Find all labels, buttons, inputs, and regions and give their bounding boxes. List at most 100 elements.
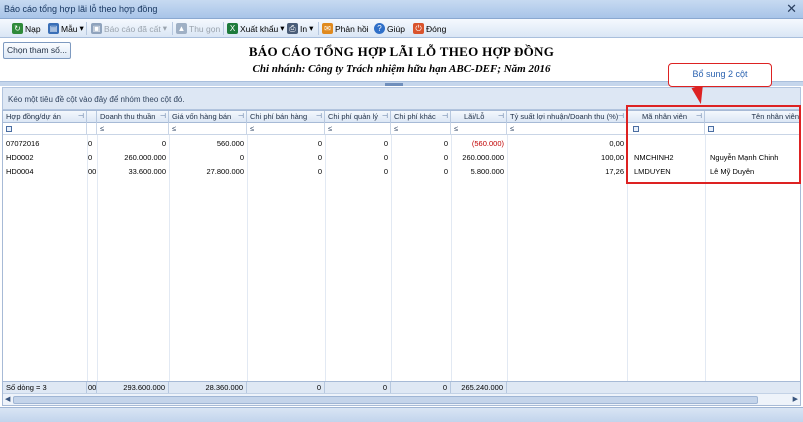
- annotation-label: Bổ sung 2 cột: [692, 69, 748, 79]
- scroll-right-icon[interactable]: ▶: [793, 395, 798, 403]
- reload-button[interactable]: ↻ Nạp: [12, 22, 41, 35]
- pin-icon[interactable]: ⊣: [160, 111, 166, 123]
- export-button[interactable]: X Xuất khẩu ▾: [227, 22, 285, 35]
- cell-revenue: 0: [161, 139, 166, 148]
- cell-profit-loss: 5.800.000: [470, 167, 504, 176]
- report-title: BÁO CÁO TỔNG HỢP LÃI LỖ THEO HỢP ĐỒNG: [248, 44, 555, 59]
- splitter-grip[interactable]: [385, 83, 403, 86]
- export-excel-icon: X: [227, 23, 238, 34]
- filter-checkbox-icon[interactable]: [6, 126, 12, 132]
- filter-spacer: [87, 123, 97, 135]
- help-label: Giúp: [387, 23, 405, 34]
- print-button[interactable]: ⎙ In ▾: [287, 22, 313, 35]
- column-header-profit-loss[interactable]: Lãi/Lỗ ⊣: [451, 111, 507, 123]
- cell-revenue: 260.000.000: [124, 153, 166, 162]
- cell-profit-loss: 260.000.000: [462, 153, 504, 162]
- saved-reports-button[interactable]: ▣ Báo cáo đã cất ▾: [91, 22, 167, 35]
- pin-icon[interactable]: ⊣: [316, 111, 322, 123]
- cell-prefix: 00: [88, 167, 97, 176]
- chevron-down-icon: ▾: [309, 23, 314, 33]
- cell-profit-loss: (560.000): [471, 139, 504, 148]
- filter-other-cost[interactable]: ≤: [391, 123, 451, 135]
- cell-admin-cost: 0: [383, 167, 388, 176]
- cell-other-cost: 0: [443, 153, 448, 162]
- cell-margin: 100,00: [601, 153, 624, 162]
- scrollbar-thumb[interactable]: [13, 396, 758, 404]
- column-header-revenue[interactable]: Doanh thu thuần ⊣: [97, 111, 169, 123]
- chevron-down-icon: ▾: [162, 23, 167, 33]
- column-header-other-cost[interactable]: Chi phí khác ⊣: [391, 111, 451, 123]
- cell-selling-cost: 0: [317, 139, 322, 148]
- column-header-margin[interactable]: Tỷ suất lợi nhuận/Doanh thu (%) ⊣: [507, 111, 627, 123]
- toolbar: ↻ Nạp ▤ Mẫu ▾ ▣ Báo cáo đã cất ▾ ▲ Thu g…: [0, 19, 803, 38]
- cell-admin-cost: 0: [383, 139, 388, 148]
- pin-icon[interactable]: ⊣: [382, 111, 388, 123]
- cell-other-cost: 0: [443, 139, 448, 148]
- filter-contract[interactable]: [3, 123, 87, 135]
- cell-selling-cost: 0: [317, 153, 322, 162]
- column-header-spacer[interactable]: [87, 111, 97, 123]
- print-icon: ⎙: [287, 23, 298, 34]
- pin-icon[interactable]: ⊣: [238, 111, 244, 123]
- cell-margin: 17,26: [605, 167, 624, 176]
- toolbar-separator: [86, 22, 87, 35]
- close-window-icon[interactable]: ✕: [786, 1, 797, 17]
- chevron-down-icon: ▾: [280, 23, 285, 33]
- cell-cogs: 0: [239, 153, 244, 162]
- pin-icon[interactable]: ⊣: [78, 111, 84, 123]
- template-icon: ▤: [48, 23, 59, 34]
- filter-cogs[interactable]: ≤: [169, 123, 247, 135]
- close-label: Đóng: [426, 23, 447, 34]
- reload-label: Nạp: [25, 23, 41, 34]
- filter-profit-loss[interactable]: ≤: [451, 123, 507, 135]
- scroll-left-icon[interactable]: ◀: [5, 395, 10, 403]
- toolbar-separator: [223, 22, 224, 35]
- column-header-contract[interactable]: Hợp đồng/dự án ⊣: [3, 111, 87, 123]
- toolbar-separator: [172, 22, 173, 35]
- grid-footer-row: Số dòng = 3 00 293.600.000 28.360.000 0 …: [3, 381, 800, 394]
- pin-icon[interactable]: ⊣: [442, 111, 448, 123]
- filter-margin[interactable]: ≤: [507, 123, 627, 135]
- chevron-down-icon: ▾: [79, 23, 84, 33]
- cell-prefix: 0: [88, 153, 93, 162]
- feedback-label: Phản hồi: [335, 23, 369, 34]
- close-button[interactable]: ⏻ Đóng: [413, 22, 446, 35]
- column-header-admin-cost[interactable]: Chi phí quản lý ⊣: [325, 111, 391, 123]
- feedback-button[interactable]: ✉ Phản hồi: [322, 22, 369, 35]
- cell-contract: HD0004: [6, 167, 34, 176]
- cell-cogs: 27.800.000: [206, 167, 244, 176]
- horizontal-scrollbar[interactable]: ◀ ▶: [3, 393, 800, 405]
- pin-icon[interactable]: ⊣: [618, 111, 624, 123]
- cell-prefix: 0: [88, 139, 93, 148]
- collapse-icon: ▲: [176, 23, 187, 34]
- power-icon: ⏻: [413, 23, 424, 34]
- print-label: In: [300, 23, 308, 34]
- collapse-button[interactable]: ▲ Thu gọn: [176, 22, 220, 35]
- filter-admin-cost[interactable]: ≤: [325, 123, 391, 135]
- column-header-cogs[interactable]: Giá vốn hàng bán ⊣: [169, 111, 247, 123]
- cell-admin-cost: 0: [383, 153, 388, 162]
- save-icon: ▣: [91, 23, 102, 34]
- cell-other-cost: 0: [443, 167, 448, 176]
- help-button[interactable]: ? Giúp: [374, 22, 405, 35]
- annotation-highlight-box: [626, 105, 801, 184]
- cell-selling-cost: 0: [317, 167, 322, 176]
- window-title-bar: Báo cáo tổng hợp lãi lỗ theo hợp đồng ✕: [0, 0, 803, 19]
- cell-contract: HD0002: [6, 153, 34, 162]
- annotation-callout: Bổ sung 2 cột: [668, 63, 772, 87]
- cell-margin: 0,00: [609, 139, 624, 148]
- toolbar-separator: [318, 22, 319, 35]
- filter-revenue[interactable]: ≤: [97, 123, 169, 135]
- cell-contract: 07072016: [6, 139, 40, 148]
- template-button[interactable]: ▤ Mẫu ▾: [48, 22, 84, 35]
- cell-cogs: 560.000: [216, 139, 244, 148]
- status-bar: [0, 407, 803, 422]
- help-icon: ?: [374, 23, 385, 34]
- export-label: Xuất khẩu: [240, 23, 279, 34]
- window-title: Báo cáo tổng hợp lãi lỗ theo hợp đồng: [4, 4, 158, 14]
- filter-selling-cost[interactable]: ≤: [247, 123, 325, 135]
- column-header-selling-cost[interactable]: Chi phí bán hàng ⊣: [247, 111, 325, 123]
- group-by-hint: Kéo một tiêu đề cột vào đây để nhóm theo…: [8, 95, 185, 104]
- choose-params-button[interactable]: Chọn tham số...: [3, 42, 71, 59]
- pin-icon[interactable]: ⊣: [498, 111, 504, 123]
